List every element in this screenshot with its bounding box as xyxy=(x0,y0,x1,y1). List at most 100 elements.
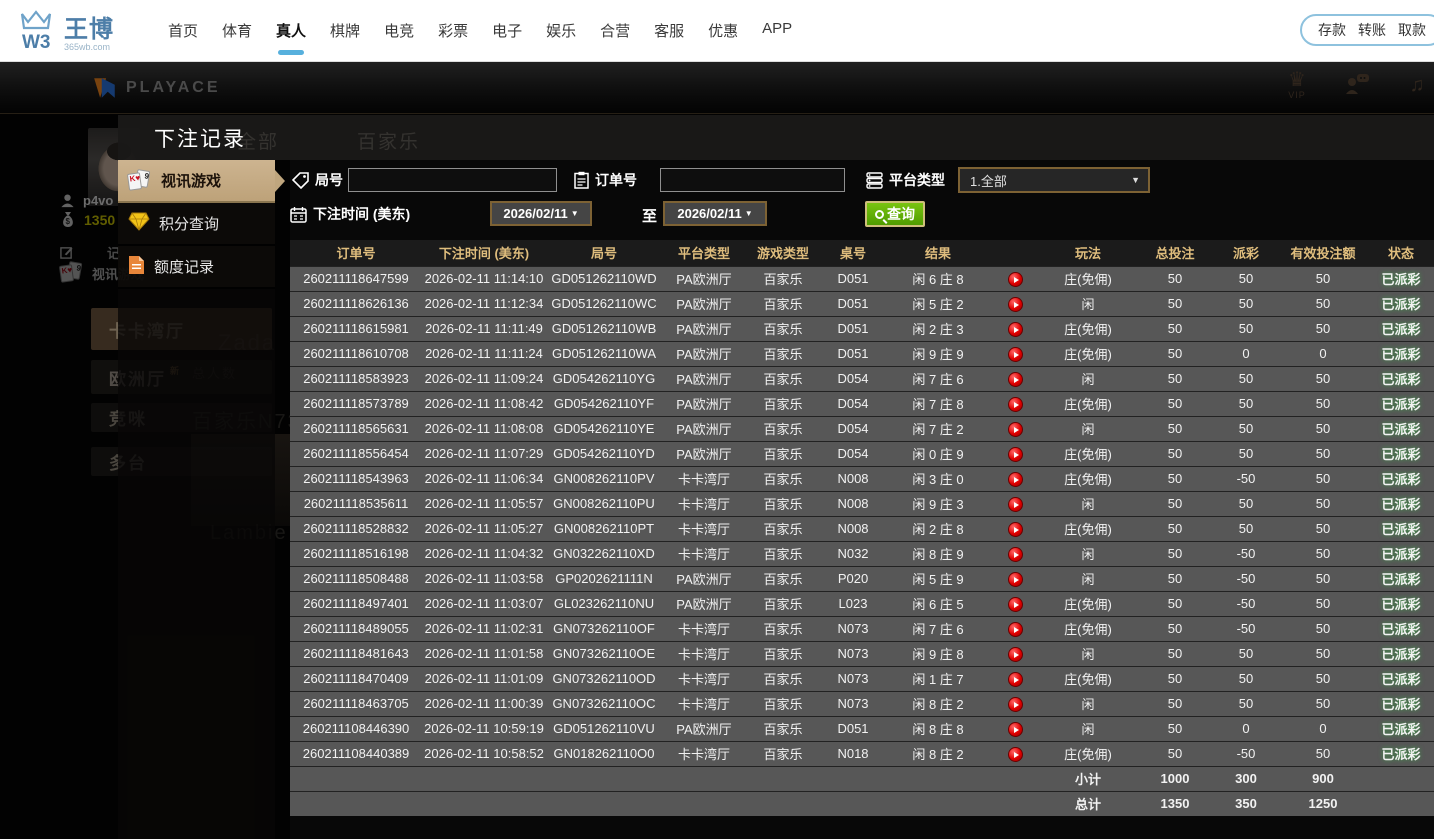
nav-item-board[interactable]: 棋牌 xyxy=(318,10,372,51)
bet-records-table: 订单号 下注时间 (美东) 局号 平台类型 游戏类型 桌号 结果 玩法 总投注 … xyxy=(290,240,1434,816)
replay-button[interactable] xyxy=(1008,372,1023,387)
user-row: p4vo xyxy=(60,193,113,208)
col-replay xyxy=(990,240,1040,266)
svg-text:W3: W3 xyxy=(22,32,51,53)
balance-value: 1350 xyxy=(84,212,115,228)
date-to-picker[interactable]: 2026/02/11▼ xyxy=(663,201,767,226)
table-row: 2602111185084882026-02-11 11:03:58GP0202… xyxy=(290,566,1434,591)
replay-button[interactable] xyxy=(1008,497,1023,512)
replay-button[interactable] xyxy=(1008,647,1023,662)
col-order-no: 订单号 xyxy=(290,240,422,266)
nav-item-home[interactable]: 首页 xyxy=(156,10,210,51)
replay-button[interactable] xyxy=(1008,472,1023,487)
replay-button[interactable] xyxy=(1008,397,1023,412)
table-row: 2602111185439632026-02-11 11:06:34GN0082… xyxy=(290,466,1434,491)
nav-item-live[interactable]: 真人 xyxy=(264,10,318,51)
replay-button[interactable] xyxy=(1008,322,1023,337)
nav-item-promo[interactable]: 优惠 xyxy=(696,10,750,51)
replay-button[interactable] xyxy=(1008,747,1023,762)
site-logo[interactable]: W3 王博 365wb.com xyxy=(14,8,114,54)
col-platform: 平台类型 xyxy=(662,240,746,266)
table-row: 2602111084463902026-02-11 10:59:19GD0512… xyxy=(290,716,1434,741)
col-total-bet: 总投注 xyxy=(1136,240,1214,266)
col-result: 结果 xyxy=(886,240,990,266)
nav-item-slots[interactable]: 电子 xyxy=(480,10,534,51)
table-row: 2602111185288322026-02-11 11:05:27GN0082… xyxy=(290,516,1434,541)
replay-button[interactable] xyxy=(1008,422,1023,437)
modal-title: 下注记录 xyxy=(154,123,246,153)
subtotal-row: 小计 1000 300 900 xyxy=(290,766,1434,791)
withdraw-button[interactable]: 取款 xyxy=(1398,20,1426,40)
col-status: 状态 xyxy=(1368,240,1434,266)
table-row: 2602111186159812026-02-11 11:11:49GD0512… xyxy=(290,316,1434,341)
playace-logo: PLAYACE xyxy=(92,75,221,101)
replay-button[interactable] xyxy=(1008,672,1023,687)
grand-total-row: 总计 1350 350 1250 xyxy=(290,791,1434,816)
svg-text:$: $ xyxy=(66,217,71,226)
table-row: 2602111185356112026-02-11 11:05:57GN0082… xyxy=(290,491,1434,516)
table-row: 2602111186261362026-02-11 11:12:34GD0512… xyxy=(290,291,1434,316)
subtotal-total-bet: 1000 xyxy=(1136,766,1214,791)
nav-item-partner[interactable]: 合营 xyxy=(588,10,642,51)
customer-service-icon[interactable] xyxy=(1340,72,1374,98)
modal-title-bar: 下注记录 全部 百家乐 xyxy=(118,115,1434,160)
gem-icon xyxy=(128,212,150,235)
subtotal-payout: 300 xyxy=(1214,766,1278,791)
platform-type-label: 平台类型 xyxy=(889,170,945,190)
replay-button[interactable] xyxy=(1008,572,1023,587)
round-no-input[interactable] xyxy=(348,168,557,192)
calendar-icon xyxy=(290,206,307,223)
wallet-actions: 存款 转账 取款 xyxy=(1300,14,1434,46)
replay-button[interactable] xyxy=(1008,297,1023,312)
replay-button[interactable] xyxy=(1008,522,1023,537)
grand-total-total-bet: 1350 xyxy=(1136,791,1214,816)
table-row: 2602111185564542026-02-11 11:07:29GD0542… xyxy=(290,441,1434,466)
replay-button[interactable] xyxy=(1008,347,1023,362)
replay-button[interactable] xyxy=(1008,547,1023,562)
table-header-row: 订单号 下注时间 (美东) 局号 平台类型 游戏类型 桌号 结果 玩法 总投注 … xyxy=(290,240,1434,266)
search-icon xyxy=(875,210,884,219)
table-row: 2602111184816432026-02-11 11:01:58GN0732… xyxy=(290,641,1434,666)
bet-time-label: 下注时间 (美东) xyxy=(313,204,410,224)
grand-total-payout: 350 xyxy=(1214,791,1278,816)
replay-button[interactable] xyxy=(1008,597,1023,612)
transfer-button[interactable]: 转账 xyxy=(1358,20,1386,40)
order-no-label: 订单号 xyxy=(595,170,637,190)
sidebar-item-quota-records[interactable]: 额度记录 xyxy=(118,246,275,289)
replay-button[interactable] xyxy=(1008,722,1023,737)
brand-domain: 365wb.com xyxy=(64,42,114,52)
subtotal-valid-bet: 900 xyxy=(1278,766,1368,791)
main-nav: 首页 体育 真人 棋牌 电竞 彩票 电子 娱乐 合营 客服 优惠 APP xyxy=(156,10,804,51)
replay-button[interactable] xyxy=(1008,697,1023,712)
grand-total-valid-bet: 1250 xyxy=(1278,791,1368,816)
sidebar-item-video-games[interactable]: 9K♥ 视讯游戏 xyxy=(118,160,275,203)
table-row: 2602111185656312026-02-11 11:08:08GD0542… xyxy=(290,416,1434,441)
clipboard-icon xyxy=(574,171,589,189)
nav-item-service[interactable]: 客服 xyxy=(642,10,696,51)
deposit-button[interactable]: 存款 xyxy=(1318,20,1346,40)
playace-wordmark: PLAYACE xyxy=(126,79,221,97)
sidebar-item-points-inquiry[interactable]: 积分查询 xyxy=(118,203,275,246)
nav-item-app[interactable]: APP xyxy=(750,10,804,51)
search-button[interactable]: 查询 xyxy=(865,201,925,227)
nav-item-esports[interactable]: 电竞 xyxy=(372,10,426,51)
table-row: 2602111184637052026-02-11 11:00:39GN0732… xyxy=(290,691,1434,716)
date-from-picker[interactable]: 2026/02/11▼ xyxy=(490,201,592,226)
replay-button[interactable] xyxy=(1008,447,1023,462)
nav-item-lottery[interactable]: 彩票 xyxy=(426,10,480,51)
col-valid-bet: 有效投注额 xyxy=(1278,240,1368,266)
nav-item-sports[interactable]: 体育 xyxy=(210,10,264,51)
order-no-input[interactable] xyxy=(660,168,845,192)
user-icon xyxy=(60,193,75,208)
replay-button[interactable] xyxy=(1008,622,1023,637)
round-no-label: 局号 xyxy=(315,170,343,190)
note-row: 记 xyxy=(60,243,120,262)
bg-lobby-tab-all: 全部 xyxy=(237,127,279,154)
bet-table-body: 2602111186475992026-02-11 11:14:10GD0512… xyxy=(290,266,1434,766)
replay-button[interactable] xyxy=(1008,272,1023,287)
nav-item-entertainment[interactable]: 娱乐 xyxy=(534,10,588,51)
music-icon[interactable]: ♫ xyxy=(1400,75,1434,95)
username: p4vo xyxy=(83,193,113,208)
platform-type-select[interactable]: 1.全部▼ xyxy=(958,167,1150,193)
vip-icon[interactable]: ♛VIP xyxy=(1280,70,1314,100)
